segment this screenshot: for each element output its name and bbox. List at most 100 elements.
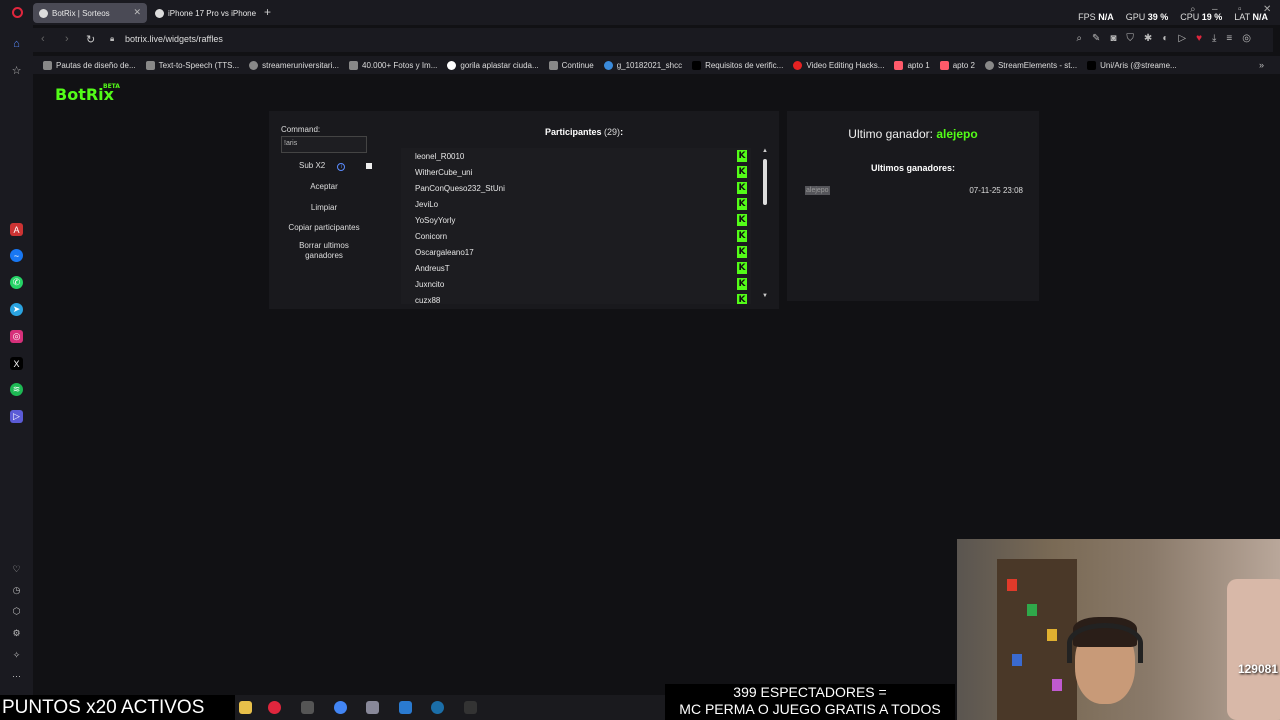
tab-iphone[interactable]: iPhone 17 Pro vs iPhone 1 (149, 3, 257, 23)
info-icon[interactable]: i (337, 163, 346, 171)
google-icon (447, 60, 457, 70)
reload-icon[interactable]: ↻ (86, 33, 95, 46)
profile-icon[interactable]: ◎ (1242, 33, 1251, 44)
page-icon (43, 60, 52, 70)
star-icon[interactable]: ☆ (10, 64, 23, 77)
player-icon[interactable]: ▷ (10, 410, 23, 423)
winners-panel: Ultimo ganador: alejepo Ultimos ganadore… (787, 111, 1039, 301)
extensions-icon[interactable]: ✱ (1144, 33, 1152, 44)
scroll-down-icon[interactable]: ▼ (762, 293, 768, 299)
messenger-icon[interactable]: ~ (10, 249, 23, 262)
cube-icon[interactable]: ⬡ (10, 605, 23, 618)
x-icon[interactable]: X (10, 357, 23, 370)
bulb-icon[interactable]: ✧ (10, 649, 23, 662)
cam-counter: 129081 (1237, 662, 1278, 676)
figure (1052, 679, 1062, 691)
tab-botrix[interactable]: BotRix | Sorteos ✕ (33, 3, 147, 23)
back-icon[interactable]: ‹ (41, 33, 45, 45)
shield-icon[interactable]: ⛉ (1126, 33, 1134, 44)
participants-title: Participantes (29): (545, 127, 624, 137)
new-tab-button[interactable]: + (264, 5, 271, 19)
epic-games-icon[interactable] (464, 701, 477, 714)
last-winner: Ultimo ganador: alejepo (848, 127, 978, 141)
tab-label: BotRix | Sorteos (52, 8, 110, 18)
accept-button[interactable]: Aceptar (281, 182, 367, 192)
file-explorer-icon[interactable] (239, 701, 252, 714)
sub-x2-checkbox[interactable] (366, 163, 372, 169)
kick-icon: K (737, 198, 747, 210)
bookmark-item[interactable]: Uni/Aris (@streame... (1087, 60, 1177, 70)
bookmark-item[interactable]: Requisitos de verific... (692, 60, 783, 70)
menu-icon[interactable]: ≡ (1226, 33, 1232, 44)
airbnb-icon (939, 60, 949, 70)
bookmark-item[interactable]: apto 1 (894, 60, 930, 70)
chrome-icon[interactable] (334, 701, 347, 714)
raffle-panel: Command: !aris Sub X2 i Aceptar Limpiar … (269, 111, 779, 309)
copy-participants-button[interactable]: Copiar participantes (281, 223, 367, 233)
figure (1007, 579, 1017, 591)
botrix-logo[interactable]: BotRix BETA (55, 83, 120, 104)
command-input[interactable]: !aris (281, 136, 367, 153)
list-item: Oscargaleano17 K (415, 246, 747, 258)
search-tabs-icon[interactable]: ⌕ (1190, 4, 1196, 15)
tab-label: iPhone 17 Pro vs iPhone 1 (168, 8, 257, 18)
url-field[interactable]: botrix.live/widgets/raffles (125, 34, 223, 44)
heart-icon[interactable]: ♥ (1196, 33, 1202, 44)
player-icon[interactable]: ▷ (1178, 33, 1186, 44)
list-item: WitherCube_uni K (415, 166, 747, 178)
lock-icon[interactable]: 🔒︎ (110, 34, 114, 44)
camera-icon[interactable]: ◙ (1110, 33, 1116, 44)
scroll-up-icon[interactable]: ▲ (762, 148, 768, 154)
instagram-icon[interactable]: ◎ (10, 330, 23, 343)
steam-icon[interactable] (431, 701, 444, 714)
bookmark-item[interactable]: gorila aplastar ciuda... (447, 60, 539, 70)
participants-scrollbar[interactable]: ▲ ▼ (762, 148, 768, 301)
search-icon[interactable]: ⌕ (1076, 33, 1082, 44)
more-icon[interactable]: ⋯ (10, 670, 23, 683)
app-icon[interactable] (301, 701, 314, 714)
close-window-icon[interactable]: ✕ (1263, 4, 1271, 15)
bookmark-item[interactable]: Pautas de diseño de... (43, 60, 136, 70)
vscode-icon[interactable] (399, 701, 412, 714)
bookmark-item[interactable]: Text-to-Speech (TTS... (145, 60, 239, 70)
bookmark-item[interactable]: StreamElements - st... (984, 60, 1077, 70)
edit-icon[interactable]: ✎ (1092, 33, 1100, 44)
apple-favicon-icon (155, 8, 164, 18)
delete-winners-button[interactable]: Borrar ultimos ganadores (281, 241, 367, 261)
heart-icon[interactable]: ♡ (10, 563, 23, 576)
home-icon[interactable]: ⌂ (10, 37, 23, 50)
vpn-icon[interactable]: ◐ (1162, 33, 1168, 44)
participants-list[interactable]: leonel_R0010 K WitherCube_uni K PanConQues… (401, 148, 751, 304)
clear-button[interactable]: Limpiar (281, 203, 367, 213)
history-icon[interactable]: ◷ (10, 584, 23, 597)
opera-logo-icon[interactable] (12, 7, 23, 18)
chair (1227, 579, 1280, 720)
aria-icon[interactable]: A (10, 223, 23, 236)
browser-sidebar: ⌂ ☆ A ~ ✆ ➤ ◎ X ≋ ▷ ♡ ◷ ⬡ ⚙ ✧ ⋯ (0, 25, 33, 695)
bookmark-item[interactable]: apto 2 (939, 60, 975, 70)
bookmarks-more-button[interactable]: » (1259, 60, 1264, 70)
sub-x2-option[interactable]: Sub X2 i (299, 161, 346, 171)
headset (1067, 623, 1143, 663)
close-tab-icon[interactable]: ✕ (133, 7, 141, 18)
telegram-icon[interactable]: ➤ (10, 303, 23, 316)
download-icon[interactable]: ⤓ (1212, 33, 1216, 44)
bookmark-item[interactable]: g_10182021_shcc (603, 60, 682, 70)
x-icon (692, 60, 702, 70)
bookmark-item[interactable]: streameruniversitari... (249, 60, 339, 70)
minimize-icon[interactable]: – (1212, 4, 1218, 15)
app-icon[interactable] (366, 701, 379, 714)
kick-icon: K (737, 150, 747, 162)
scrollbar-thumb[interactable] (763, 159, 767, 205)
whatsapp-icon[interactable]: ✆ (10, 276, 23, 289)
bookmark-item[interactable]: Continue (548, 60, 594, 70)
opera-icon[interactable] (268, 701, 281, 714)
spotify-icon[interactable]: ≋ (10, 383, 23, 396)
page-icon (145, 60, 155, 70)
forward-icon[interactable]: › (65, 33, 69, 45)
bookmark-item[interactable]: Video Editing Hacks... (793, 60, 884, 70)
bookmark-item[interactable]: 40.000+ Fotos y Im... (349, 60, 437, 70)
maximize-icon[interactable]: ▫ (1238, 4, 1242, 15)
kick-icon: K (737, 246, 747, 258)
settings-icon[interactable]: ⚙ (10, 627, 23, 640)
